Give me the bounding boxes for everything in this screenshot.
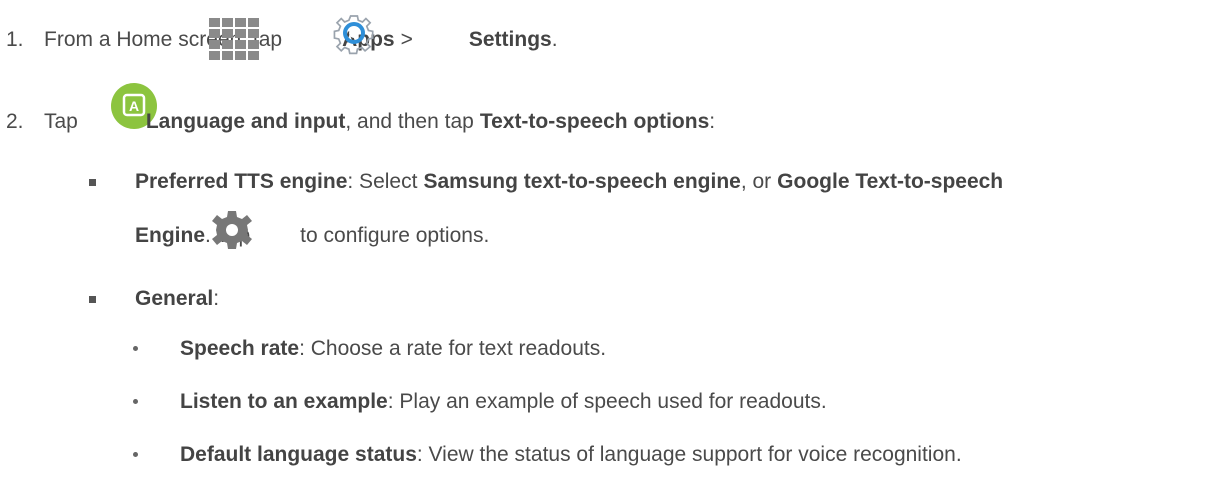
list-item: Speech rate : Choose a rate for text rea… [180, 337, 606, 361]
apps-grid-icon [209, 18, 259, 60]
square-bullet [89, 179, 96, 186]
settings-label: Settings [468, 28, 552, 51]
colon: : [709, 110, 716, 133]
general-label: General [135, 287, 214, 310]
item-label: Default language status [180, 443, 417, 466]
step-2-text: Tap Language and input , and then tap Te… [44, 110, 715, 134]
item-text: : Choose a rate for text readouts. [299, 337, 607, 360]
configure-gear-icon [212, 211, 252, 249]
engine-label: Engine [135, 224, 206, 247]
tts-engine-line-1: Preferred TTS engine : Select Samsung te… [135, 170, 1003, 194]
step-number: 1. [6, 28, 24, 51]
list-item: Default language status : View the statu… [180, 443, 962, 467]
period: . [551, 28, 558, 51]
step-2-middle: , and then tap [345, 110, 474, 133]
item-label: Speech rate [180, 337, 300, 360]
separator: > [400, 28, 413, 51]
step-2-tap: Tap [44, 110, 78, 133]
tts-options-label: Text-to-speech options [479, 110, 710, 133]
google-engine: Google Text-to-speech [777, 170, 1004, 193]
configure-text: to configure options. [300, 224, 490, 247]
step-number: 2. [6, 110, 24, 133]
or-text: , or [740, 170, 772, 193]
dot-bullet [133, 346, 138, 351]
list-item: Listen to an example : Play an example o… [180, 390, 827, 414]
tts-engine-line-2: Engine . Tap to configure options. [135, 224, 489, 248]
step-1-text: From a Home screen, tap Apps > Settings … [44, 28, 558, 52]
item-text: : Play an example of speech used for rea… [387, 390, 827, 413]
colon: : [213, 287, 220, 310]
samsung-engine: Samsung text-to-speech engine [423, 170, 741, 193]
language-label: Language and input [145, 110, 346, 133]
dot-bullet [133, 452, 138, 457]
general-line: General : [135, 287, 219, 311]
settings-gear-icon [333, 15, 374, 55]
tts-engine-label: Preferred TTS engine [135, 170, 348, 193]
item-text: : View the status of language support fo… [416, 443, 962, 466]
dot-bullet [133, 399, 138, 404]
tts-engine-select: : Select [347, 170, 418, 193]
item-label: Listen to an example [180, 390, 388, 413]
square-bullet [89, 296, 96, 303]
